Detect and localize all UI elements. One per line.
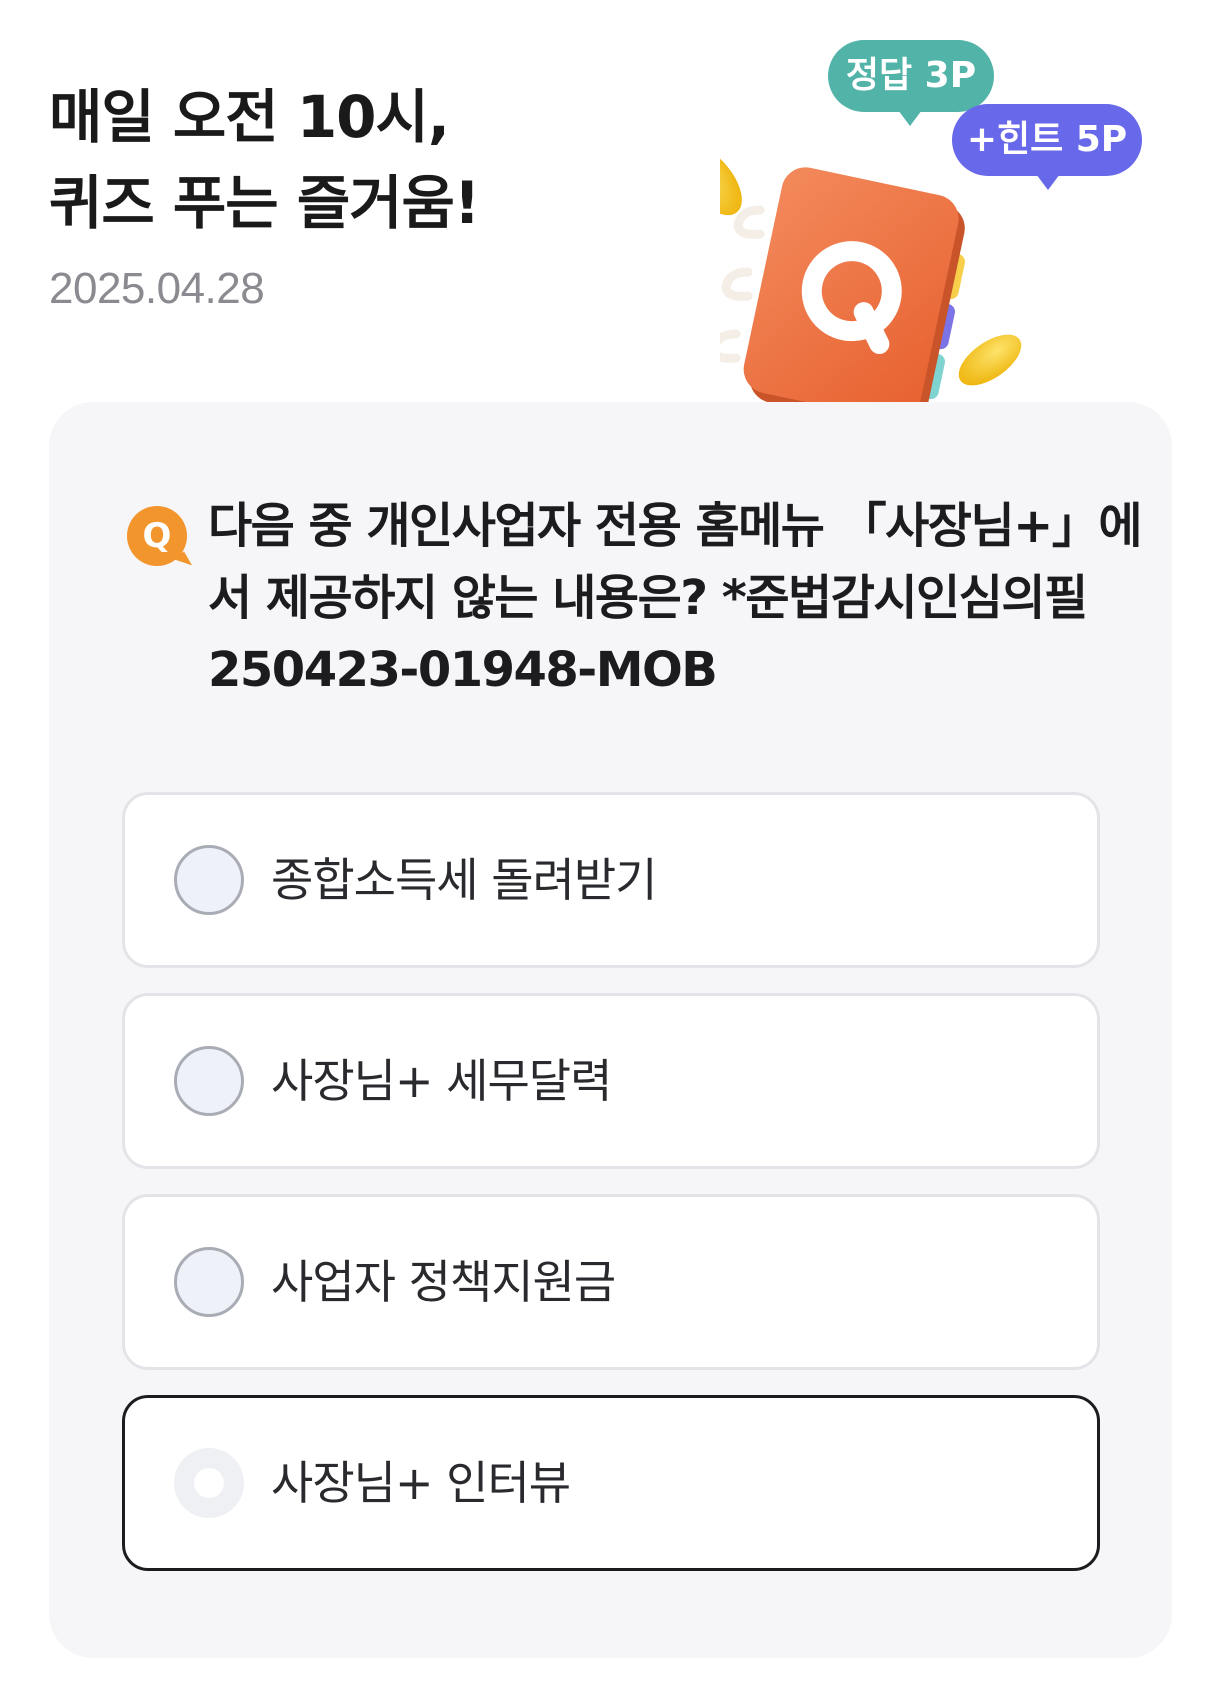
quiz-card: Q 다음 중 개인사업자 전용 홈메뉴 「사장님+」에 서 제공하지 않는 내용… xyxy=(49,402,1172,1658)
radio-button[interactable] xyxy=(174,845,244,915)
title-line-2: 퀴즈 푸는 즐거움! xyxy=(49,169,480,237)
answer-option-4[interactable]: 사장님+ 인터뷰 xyxy=(122,1395,1100,1571)
radio-button[interactable] xyxy=(174,1247,244,1317)
answer-option-label: 사장님+ 인터뷰 xyxy=(271,1456,571,1510)
book-ring xyxy=(733,205,765,239)
book-ring xyxy=(720,329,741,363)
answer-option-1[interactable]: 종합소득세 돌려받기 xyxy=(122,792,1100,968)
question-line-1: 다음 중 개인사업자 전용 홈메뉴 「사장님+」에 xyxy=(208,498,1143,554)
quiz-date: 2025.04.28 xyxy=(49,264,265,313)
coin-icon xyxy=(958,334,1022,386)
title-line-1: 매일 오전 10시, xyxy=(49,83,450,151)
answer-option-2[interactable]: 사장님+ 세무달력 xyxy=(122,993,1100,1169)
book-ring xyxy=(721,267,753,301)
answer-options: 종합소득세 돌려받기 사장님+ 세무달력 사업자 정책지원금 사장님+ 인터뷰 xyxy=(122,792,1100,1596)
radio-button[interactable] xyxy=(174,1046,244,1116)
page-title: 매일 오전 10시, 퀴즈 푸는 즐거움! xyxy=(49,74,480,246)
answer-option-label: 사장님+ 세무달력 xyxy=(271,1054,612,1108)
answer-option-label: 종합소득세 돌려받기 xyxy=(271,853,658,907)
answer-option-3[interactable]: 사업자 정책지원금 xyxy=(122,1194,1100,1370)
radio-button-selected[interactable] xyxy=(174,1448,244,1518)
question-line-3: 250423-01948-MOB xyxy=(208,642,718,698)
answer-option-label: 사업자 정책지원금 xyxy=(271,1255,616,1309)
question-badge: Q xyxy=(127,506,187,566)
answer-points-bubble: 정답 3P xyxy=(828,40,994,126)
question-text: 다음 중 개인사업자 전용 홈메뉴 「사장님+」에 서 제공하지 않는 내용은?… xyxy=(208,490,1143,706)
question-line-2: 서 제공하지 않는 내용은? *준법감시인심의필 xyxy=(208,570,1088,626)
